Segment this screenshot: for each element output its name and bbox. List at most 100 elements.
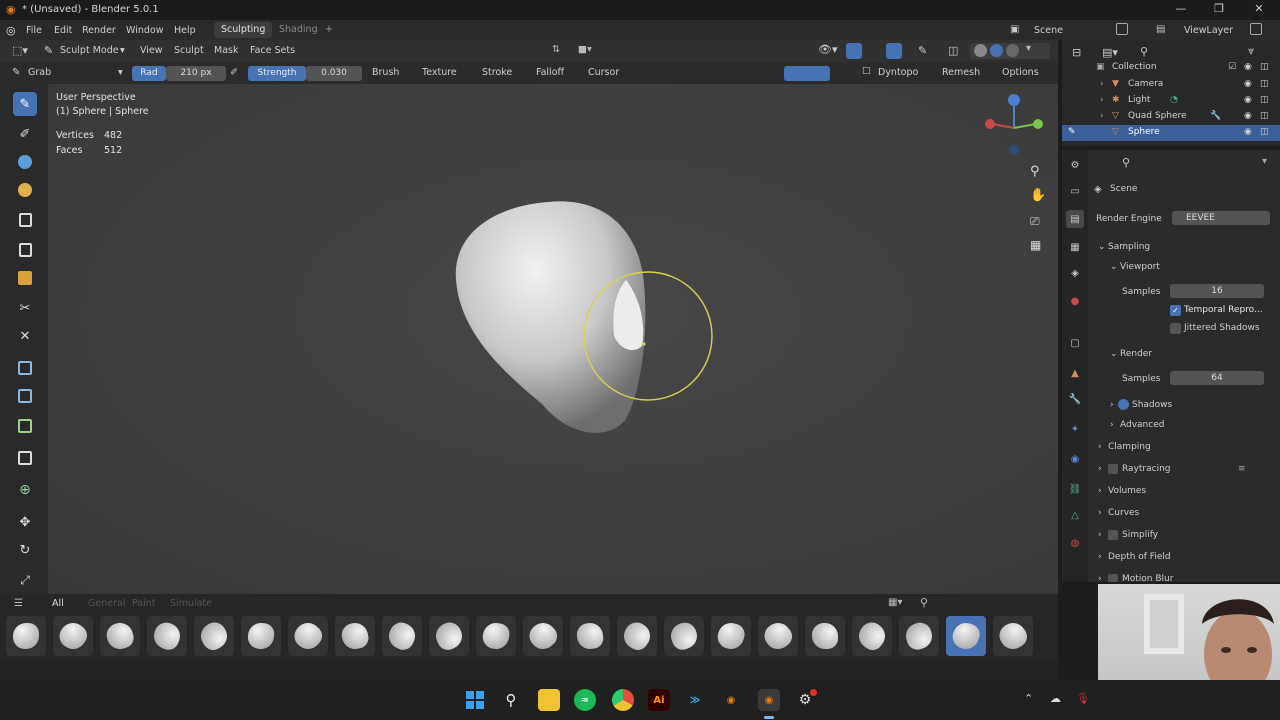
eye-icon[interactable]: ◉ (1244, 111, 1252, 121)
view-layer-selector[interactable]: ViewLayer (1184, 25, 1233, 36)
particles-tab-icon[interactable]: ✦ (1066, 420, 1084, 438)
curves-expand-icon[interactable]: › (1098, 508, 1102, 518)
gizmo-toggle-icon[interactable] (846, 43, 862, 59)
paint-tool[interactable] (13, 150, 37, 174)
color-filter-tool[interactable] (13, 414, 37, 438)
menu-remesh[interactable]: Remesh (942, 67, 980, 78)
new-view-layer-icon[interactable] (1250, 23, 1262, 35)
shadows-toggle[interactable] (1118, 399, 1129, 410)
line-project-tool[interactable]: ✕ (13, 324, 37, 348)
camera-render-icon[interactable]: ◫ (1260, 111, 1269, 121)
close-button[interactable]: ✕ (1244, 2, 1274, 18)
output-tab-icon[interactable]: ▤ (1066, 210, 1084, 228)
data-tab-icon[interactable]: △ (1066, 506, 1084, 524)
brush-thumbnail[interactable] (758, 616, 798, 656)
depth-of-field-panel-header[interactable]: Depth of Field (1108, 552, 1171, 562)
menu-cursor[interactable]: Cursor (588, 67, 619, 78)
render-samples-field[interactable]: 64 (1170, 371, 1264, 385)
simplify-checkbox[interactable] (1108, 530, 1118, 540)
sampling-expand-icon[interactable]: ⌄ (1098, 242, 1106, 252)
pan-hand-icon[interactable]: ✋ (1030, 188, 1046, 203)
menu-face-sets[interactable]: Face Sets (250, 45, 295, 56)
brush-thumbnail[interactable] (382, 616, 422, 656)
advanced-subpanel-header[interactable]: Advanced (1120, 420, 1164, 430)
outliner-row-collection[interactable]: ▣ Collection ☑ ◉ ◫ (1062, 60, 1280, 76)
brush-thumbnail[interactable] (241, 616, 281, 656)
box-face-set-tool[interactable] (13, 266, 37, 290)
brush-dropdown-icon[interactable]: ▾ (118, 67, 123, 78)
menu-options[interactable]: Options (1002, 67, 1039, 78)
brush-thumbnail[interactable] (993, 616, 1033, 656)
menu-stroke[interactable]: Stroke (482, 67, 512, 78)
mask-tool[interactable] (13, 208, 37, 232)
box-mask-tool[interactable] (13, 238, 37, 262)
strength-field[interactable]: 0.030 (306, 66, 362, 81)
outliner-row-sphere[interactable]: ✎ ▽ Sphere ◉ ◫ (1062, 125, 1280, 141)
mesh-filter-tool[interactable] (13, 356, 37, 380)
brush-thumbnail[interactable] (523, 616, 563, 656)
spotify-icon[interactable]: ≈ (574, 689, 596, 711)
brush-thumbnail[interactable] (335, 616, 375, 656)
clamping-expand-icon[interactable]: › (1098, 442, 1102, 452)
display-settings-icon[interactable]: ▦▾ (888, 597, 902, 608)
minimize-button[interactable]: — (1166, 2, 1196, 18)
blender-menu-icon[interactable]: ◎ (6, 24, 16, 37)
dof-expand-icon[interactable]: › (1098, 552, 1102, 562)
eye-icon[interactable]: ◉ (1244, 127, 1252, 137)
world-tab-icon[interactable]: ● (1066, 292, 1084, 310)
brush-thumbnail[interactable] (476, 616, 516, 656)
outliner-row-camera[interactable]: › ▼ Camera ◉ ◫ (1062, 77, 1280, 93)
menu-mask[interactable]: Mask (214, 45, 238, 56)
brush-thumbnail[interactable] (617, 616, 657, 656)
viewport-expand-icon[interactable]: ⌄ (1110, 262, 1118, 272)
editor-type-icon[interactable]: ⬚▾ (12, 44, 28, 57)
brush-name[interactable]: Grab (28, 67, 51, 78)
viewport-samples-field[interactable]: 16 (1170, 284, 1264, 298)
expand-arrow-icon[interactable]: › (1100, 95, 1104, 105)
brush-thumbnail[interactable] (946, 616, 986, 656)
clamping-panel-header[interactable]: Clamping (1108, 442, 1151, 452)
onedrive-icon[interactable]: ☁ (1050, 692, 1061, 705)
filter-icon[interactable]: ⩔ (1248, 44, 1254, 58)
collection-tab-icon[interactable]: ▢ (1066, 334, 1084, 352)
file-explorer-icon[interactable] (538, 689, 560, 711)
menu-texture[interactable]: Texture (422, 67, 457, 78)
color-tool[interactable] (13, 178, 37, 202)
render-engine-dropdown[interactable]: EEVEE (1172, 211, 1270, 225)
brush-thumbnail[interactable] (805, 616, 845, 656)
outliner-row-light[interactable]: › ✱ Light ◔ ◉ ◫ (1062, 93, 1280, 109)
cloth-filter-tool[interactable] (13, 384, 37, 408)
tray-expand-icon[interactable]: ⌃ (1024, 692, 1033, 705)
physics-tab-icon[interactable]: ◉ (1066, 450, 1084, 468)
visibility-icon[interactable]: 👁▾ (818, 43, 838, 56)
pressure-radius-icon[interactable]: ✐ (230, 67, 238, 78)
render-tab-icon[interactable]: ▭ (1066, 182, 1084, 200)
solid-shading-icon[interactable] (974, 44, 987, 57)
chrome-icon[interactable] (612, 689, 634, 711)
volumes-panel-header[interactable]: Volumes (1108, 486, 1146, 496)
edit-face-set-tool[interactable] (13, 446, 37, 470)
motion-blur-panel-header[interactable]: Motion Blur (1122, 574, 1173, 584)
new-scene-icon[interactable] (1116, 23, 1128, 35)
microphone-icon[interactable]: 🎙 (1076, 692, 1090, 705)
simplify-panel-header[interactable]: Simplify (1122, 530, 1158, 540)
tab-sculpting[interactable]: Sculpting (214, 22, 273, 38)
shadows-subpanel-header[interactable]: Shadows (1132, 400, 1172, 410)
display-mode-icon[interactable]: ▤▾ (1102, 46, 1118, 59)
expand-arrow-icon[interactable]: › (1100, 111, 1104, 121)
dyntopo-checkbox[interactable]: ☐ (862, 66, 871, 77)
raytracing-panel-header[interactable]: Raytracing (1122, 464, 1171, 474)
mode-selector[interactable]: Sculpt Mode (60, 45, 119, 56)
shading-options-icon[interactable]: ▾ (1026, 43, 1031, 54)
brush-thumbnail[interactable] (100, 616, 140, 656)
menu-sculpt[interactable]: Sculpt (174, 45, 204, 56)
properties-options-icon[interactable]: ▾ (1262, 156, 1267, 167)
asset-tab-general[interactable]: General (88, 598, 125, 609)
shadows-expand-icon[interactable]: › (1110, 400, 1114, 410)
blender-launcher-icon[interactable]: ≫ (684, 689, 706, 711)
brush-thumbnail[interactable] (147, 616, 187, 656)
menu-brush[interactable]: Brush (372, 67, 399, 78)
view-layer-tab-icon[interactable]: ▦ (1066, 238, 1084, 256)
overlay-toggle-icon[interactable] (886, 43, 902, 59)
outliner-row-quad-sphere[interactable]: › ▽ Quad Sphere 🔧 ◉ ◫ (1062, 109, 1280, 125)
